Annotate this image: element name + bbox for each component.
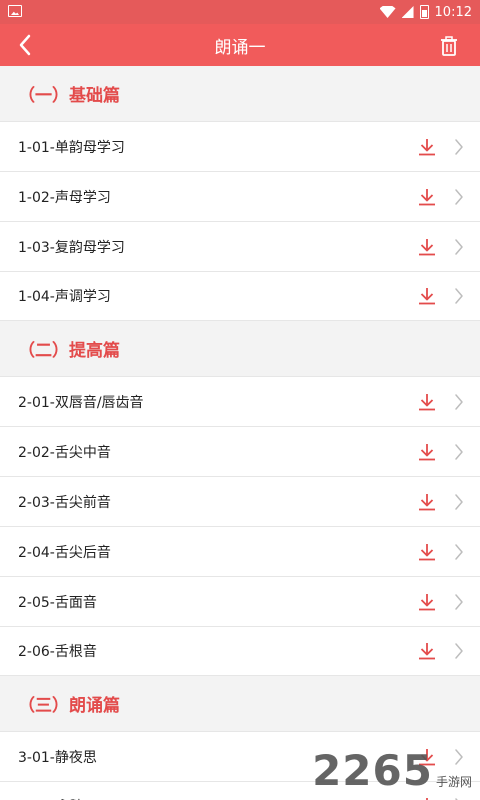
wifi-icon [379,6,396,18]
battery-icon [419,5,429,19]
lesson-title: 1-03-复韵母学习 [18,239,125,256]
download-icon[interactable] [416,186,438,208]
download-icon[interactable] [416,285,438,307]
lesson-title: 1-04-声调学习 [18,289,111,305]
status-time: 10:12 [434,4,472,20]
lesson-title: 1-01-单韵母学习 [18,139,125,156]
lesson-title: 2-03-舌尖前音 [18,494,111,511]
chevron-right-icon [452,391,466,413]
lesson-row[interactable]: 2-03-舌尖前音 [0,476,480,526]
chevron-right-icon [452,136,466,158]
section-title: （一）基础篇 [18,86,120,106]
lesson-actions [416,391,466,413]
chevron-right-icon [452,541,466,563]
lesson-actions [416,441,466,463]
toolbar: 朗诵一 [0,24,480,66]
chevron-right-icon [452,236,466,258]
lesson-actions [416,236,466,258]
lesson-title: 2-05-舌面音 [18,594,97,611]
lesson-row[interactable]: 3-01-静夜思 [0,731,480,781]
chevron-right-icon [452,491,466,513]
lesson-title: 3-01-静夜思 [18,749,97,766]
back-arrow-icon [19,34,31,56]
back-button[interactable] [10,30,40,60]
chevron-right-icon [452,746,466,768]
chevron-right-icon [452,795,466,800]
lesson-row[interactable]: 1-01-单韵母学习 [0,121,480,171]
lesson-actions [416,136,466,158]
lesson-row[interactable]: 2-05-舌面音 [0,576,480,626]
lesson-actions [416,186,466,208]
download-icon[interactable] [416,746,438,768]
lesson-row[interactable]: 3-02-咏鹅 [0,781,480,800]
status-bar: 10:12 [0,0,480,24]
lesson-title: 3-02-咏鹅 [18,796,83,800]
chevron-right-icon [452,285,466,307]
download-icon[interactable] [416,136,438,158]
page-title: 朗诵一 [214,37,266,58]
delete-button[interactable] [434,31,464,61]
download-icon[interactable] [416,236,438,258]
download-icon[interactable] [416,541,438,563]
download-icon[interactable] [416,491,438,513]
lesson-row[interactable]: 1-04-声调学习 [0,271,480,321]
section-title: （三）朗诵篇 [18,696,120,716]
download-icon[interactable] [416,591,438,613]
lesson-actions [416,491,466,513]
lesson-row[interactable]: 2-02-舌尖中音 [0,426,480,476]
status-icons: 10:12 [379,0,472,24]
chevron-right-icon [452,186,466,208]
lesson-actions [416,591,466,613]
lesson-actions [416,541,466,563]
image-notification-icon [8,5,22,17]
lesson-title: 2-04-舌尖后音 [18,544,111,561]
lesson-row[interactable]: 1-03-复韵母学习 [0,221,480,271]
download-icon[interactable] [416,795,438,800]
chevron-right-icon [452,640,466,662]
download-icon[interactable] [416,391,438,413]
lesson-actions [416,746,466,768]
lesson-row[interactable]: 2-04-舌尖后音 [0,526,480,576]
download-icon[interactable] [416,441,438,463]
lesson-title: 2-02-舌尖中音 [18,444,111,461]
lesson-title: 2-06-舌根音 [18,644,97,660]
chevron-right-icon [452,591,466,613]
lesson-title: 1-02-声母学习 [18,189,111,206]
lesson-actions [416,285,466,307]
trash-icon [441,36,457,56]
lesson-list: （一）基础篇 1-01-单韵母学习 1-02-声母学习 1-03-复韵母学习 1-04-… [0,66,480,800]
lesson-title: 2-01-双唇音/唇齿音 [18,394,144,411]
chevron-right-icon [452,441,466,463]
section-title: （二）提高篇 [18,341,120,361]
lesson-row[interactable]: 2-06-舌根音 [0,626,480,676]
download-icon[interactable] [416,640,438,662]
lesson-actions [416,795,466,800]
lesson-actions [416,640,466,662]
lesson-row[interactable]: 1-02-声母学习 [0,171,480,221]
signal-icon [401,6,414,18]
lesson-row[interactable]: 2-01-双唇音/唇齿音 [0,376,480,426]
